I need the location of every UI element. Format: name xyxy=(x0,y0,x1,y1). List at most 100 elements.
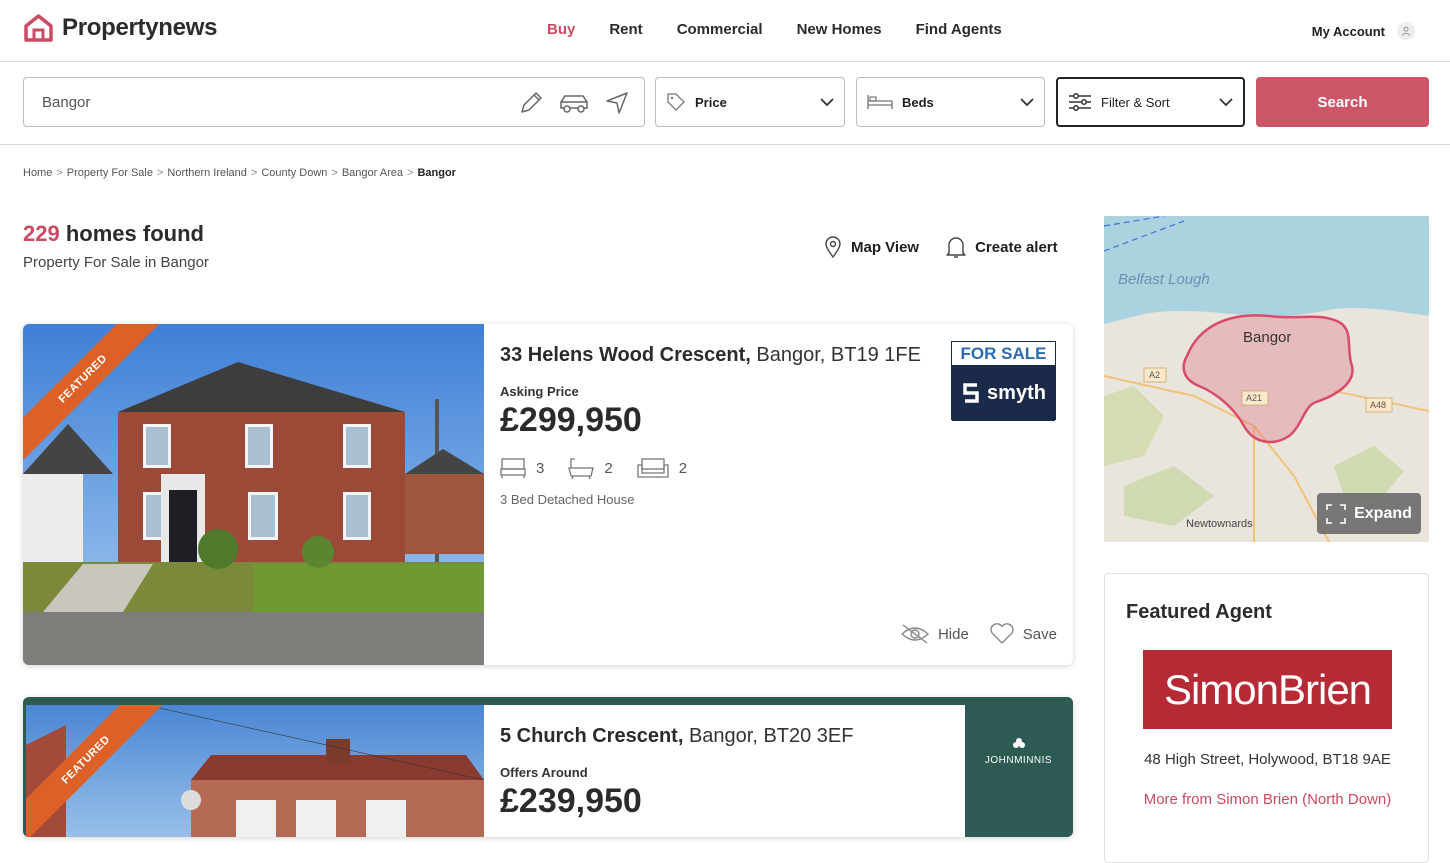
property-type: 3 Bed Detached House xyxy=(500,492,635,507)
chevron-down-icon xyxy=(1219,98,1233,107)
map-preview[interactable]: Belfast Lough Bangor Newtownards A2 A21 … xyxy=(1104,216,1429,542)
main-nav: Buy Rent Commercial New Homes Find Agent… xyxy=(547,21,1036,38)
hide-button[interactable]: Hide xyxy=(900,623,969,645)
agent-brand-name: JOHNMINNIS xyxy=(984,755,1053,766)
map-view-label: Map View xyxy=(851,238,920,256)
create-alert-label: Create alert xyxy=(975,238,1058,256)
save-button[interactable]: Save xyxy=(989,623,1057,645)
listing-address[interactable]: 5 Church Crescent, Bangor, BT20 3EF xyxy=(500,725,854,748)
beds-count: 3 xyxy=(536,459,545,477)
navigation-arrow-icon[interactable] xyxy=(604,90,630,116)
listing-price: £239,950 xyxy=(500,782,642,820)
map-label-town: Bangor xyxy=(1243,329,1292,346)
featured-agent-logo[interactable]: SimonBrien xyxy=(1143,650,1392,729)
sofa-icon xyxy=(637,458,669,478)
listing-actions: Hide Save xyxy=(880,623,1057,645)
bed-icon xyxy=(500,458,526,478)
featured-agent-more-link[interactable]: More from Simon Brien (North Down) xyxy=(1105,791,1430,808)
results-count-suffix: homes found xyxy=(65,221,204,246)
listing-details: 33 Helens Wood Crescent, Bangor, BT19 1F… xyxy=(500,344,921,507)
breadcrumb-home[interactable]: Home xyxy=(23,167,52,179)
create-alert-button[interactable]: Create alert xyxy=(945,235,1058,259)
filter-sort-label: Filter & Sort xyxy=(1101,94,1170,110)
listing-features: 3 2 2 xyxy=(500,456,921,480)
map-pin-icon xyxy=(825,236,841,259)
account-label: My Account xyxy=(1311,23,1385,39)
featured-agent-title: Featured Agent xyxy=(1126,601,1272,623)
price-tag-icon xyxy=(667,93,685,111)
price-dropdown[interactable]: Price xyxy=(655,77,845,127)
nav-find-agents[interactable]: Find Agents xyxy=(916,21,1002,38)
price-qualifier: Asking Price xyxy=(500,384,579,399)
beds-dropdown[interactable]: Beds xyxy=(856,77,1045,127)
site-header: Propertynews Buy Rent Commercial New Hom… xyxy=(0,0,1450,62)
featured-agent-panel: Featured Agent SimonBrien 48 High Street… xyxy=(1104,573,1429,863)
location-value: Bangor xyxy=(42,94,91,111)
road-label-a21: A21 xyxy=(1246,393,1263,403)
filter-sort-dropdown[interactable]: Filter & Sort xyxy=(1056,77,1245,127)
bed-icon xyxy=(867,95,893,109)
breadcrumb-current: Bangor xyxy=(417,167,456,179)
listing-photo[interactable]: FEATURED xyxy=(26,705,484,837)
brand-name: Propertynews xyxy=(62,14,218,41)
receptions-feature: 2 xyxy=(637,457,687,479)
agent-logo[interactable]: FOR SALE smyth xyxy=(951,341,1056,421)
bath-icon xyxy=(568,458,595,480)
listing-address-town: Bangor, BT19 1FE xyxy=(750,344,921,366)
breadcrumb-property-for-sale[interactable]: Property For Sale xyxy=(67,167,153,179)
nav-commercial[interactable]: Commercial xyxy=(677,21,763,38)
pencil-icon[interactable] xyxy=(518,90,544,116)
listing-photo[interactable]: FEATURED xyxy=(23,324,484,665)
heart-icon xyxy=(990,623,1014,644)
chevron-down-icon xyxy=(1020,98,1034,107)
listing-address-street: 33 Helens Wood Crescent, xyxy=(500,344,751,366)
breadcrumb: Home > Property For Sale > Northern Irelan… xyxy=(23,167,456,179)
listing-content: FEATURED 5 Church Crescent, Bangor, BT20… xyxy=(26,705,965,837)
baths-feature: 2 xyxy=(568,456,613,480)
beds-label: Beds xyxy=(902,94,934,110)
baths-count: 2 xyxy=(604,459,613,477)
agent-brand: smyth xyxy=(952,365,1055,421)
logo[interactable]: Propertynews xyxy=(23,14,217,42)
listing-address-town: Bangor, BT20 3EF xyxy=(683,725,854,747)
eye-off-icon xyxy=(900,624,929,644)
for-sale-label: FOR SALE xyxy=(952,342,1055,365)
price-qualifier: Offers Around xyxy=(500,765,588,780)
results-header: 229 homes found Property For Sale in Ban… xyxy=(23,221,209,271)
bell-icon xyxy=(946,237,966,258)
listing-address-street: 5 Church Crescent, xyxy=(500,725,684,747)
sliders-icon xyxy=(1069,93,1091,111)
map-label-south: Newtownards xyxy=(1186,518,1253,530)
nav-new-homes[interactable]: New Homes xyxy=(797,21,882,38)
nav-rent[interactable]: Rent xyxy=(609,21,642,38)
my-account-button[interactable]: My Account xyxy=(1312,22,1415,40)
beds-feature: 3 xyxy=(500,457,544,479)
nav-buy[interactable]: Buy xyxy=(547,21,575,38)
receptions-count: 2 xyxy=(678,459,688,477)
search-button[interactable]: Search xyxy=(1256,77,1429,127)
breadcrumb-northern-ireland[interactable]: Northern Ireland xyxy=(167,167,247,179)
smyth-logo-icon xyxy=(963,383,979,403)
listing-card[interactable]: FEATURED 5 Church Crescent, Bangor, BT20… xyxy=(23,697,1073,837)
listing-price: £299,950 xyxy=(500,401,642,439)
map-view-button[interactable]: Map View xyxy=(823,235,919,259)
house-logo-icon xyxy=(24,14,53,42)
chevron-down-icon xyxy=(820,98,834,107)
results-count: 229 homes found xyxy=(23,221,209,247)
breadcrumb-county-down[interactable]: County Down xyxy=(261,167,327,179)
results-subtitle: Property For Sale in Bangor xyxy=(23,254,209,271)
breadcrumb-bangor-area[interactable]: Bangor Area xyxy=(342,167,403,179)
listing-address[interactable]: 33 Helens Wood Crescent, Bangor, BT19 1F… xyxy=(500,344,921,367)
flower-icon xyxy=(1013,738,1025,748)
featured-agent-address: 48 High Street, Holywood, BT18 9AE xyxy=(1144,751,1391,768)
save-label: Save xyxy=(1022,625,1057,643)
road-label-a48: A48 xyxy=(1370,400,1387,410)
expand-map-button[interactable]: Expand xyxy=(1317,493,1421,534)
location-input[interactable]: Bangor xyxy=(23,77,645,127)
agent-logo[interactable]: JOHNMINNIS xyxy=(966,697,1071,809)
results-count-number: 229 xyxy=(23,221,60,246)
user-icon xyxy=(1397,22,1415,40)
road-label-a2: A2 xyxy=(1149,370,1161,380)
car-icon[interactable] xyxy=(558,90,590,116)
listing-card[interactable]: FEATURED 33 Helens Wood Crescent, Bangor… xyxy=(23,324,1073,665)
